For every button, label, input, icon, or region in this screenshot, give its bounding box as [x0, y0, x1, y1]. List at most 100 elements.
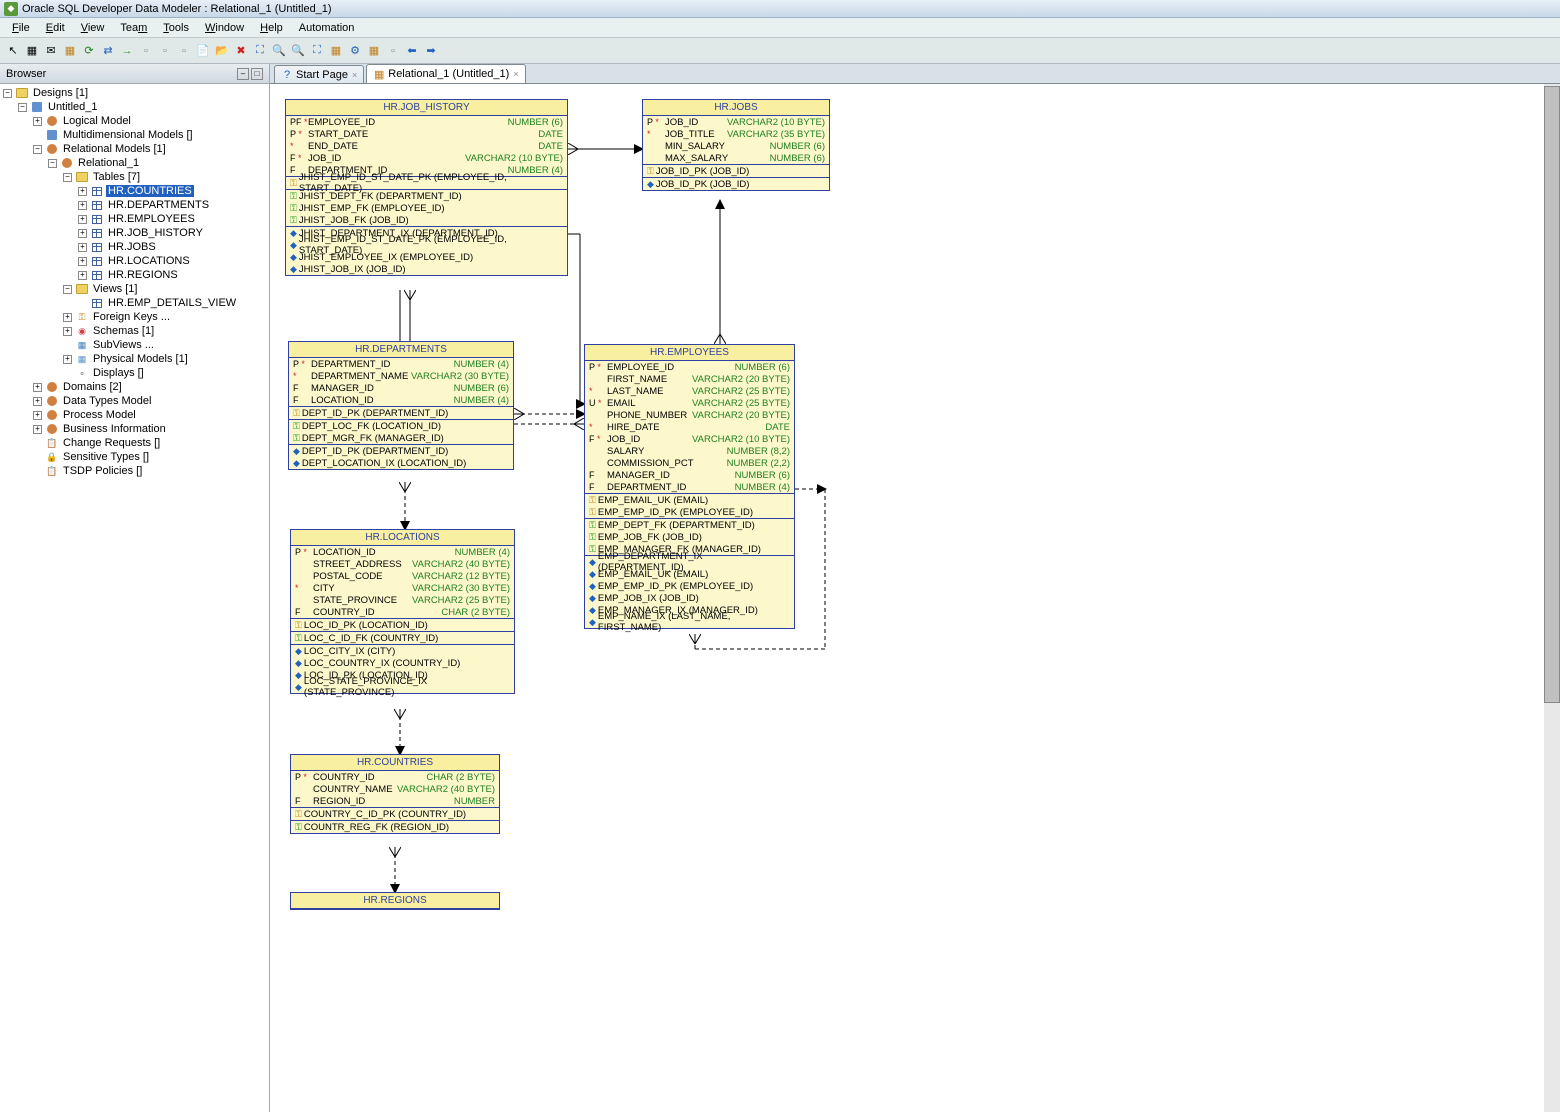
tree-jobhist[interactable]: HR.JOB_HISTORY	[106, 227, 205, 239]
tree-toggle[interactable]: −	[18, 103, 27, 112]
tree-toggle[interactable]: +	[63, 327, 72, 336]
tree-toggle[interactable]: −	[63, 285, 72, 294]
menu-team[interactable]: Team	[112, 20, 155, 36]
tree-toggle[interactable]: +	[78, 271, 87, 280]
back-icon[interactable]: ⬅	[403, 42, 421, 60]
tree-schemas[interactable]: Schemas [1]	[91, 325, 156, 337]
tree-multidim[interactable]: Multidimensional Models []	[61, 129, 195, 141]
column-row: PF *EMPLOYEE_IDNUMBER (6)	[286, 116, 567, 128]
tab-start-page[interactable]: ?Start Page×	[274, 65, 364, 83]
minimize-panel-icon[interactable]: –	[237, 68, 249, 80]
tree-relmodels[interactable]: Relational Models [1]	[61, 143, 168, 155]
tree-toggle[interactable]: +	[78, 215, 87, 224]
delete-icon[interactable]: ✖	[232, 42, 250, 60]
column-row: MAX_SALARYNUMBER (6)	[643, 152, 829, 164]
pointer-tool-icon[interactable]: ↖	[4, 42, 22, 60]
tree-toggle[interactable]: +	[33, 411, 42, 420]
entity-locations[interactable]: HR.LOCATIONS P *LOCATION_IDNUMBER (4) ST…	[290, 529, 515, 694]
close-icon[interactable]: ×	[513, 69, 518, 79]
tree-tsdp[interactable]: TSDP Policies []	[61, 465, 144, 477]
tree-changereq[interactable]: Change Requests []	[61, 437, 162, 449]
tree-toggle[interactable]: +	[33, 383, 42, 392]
tree-domains[interactable]: Domains [2]	[61, 381, 124, 393]
tree-views[interactable]: Views [1]	[91, 283, 139, 295]
tree-displays[interactable]: Displays []	[91, 367, 146, 379]
entity-employees[interactable]: HR.EMPLOYEES P *EMPLOYEE_IDNUMBER (6) FI…	[584, 344, 795, 629]
tool4-icon[interactable]: ▫	[384, 42, 402, 60]
tree-toggle[interactable]: +	[78, 243, 87, 252]
maximize-panel-icon[interactable]: □	[251, 68, 263, 80]
tree-toggle[interactable]: +	[33, 425, 42, 434]
menu-edit[interactable]: Edit	[38, 20, 73, 36]
zoom-full-icon[interactable]: ⛶	[251, 42, 269, 60]
tree-designs[interactable]: Designs [1]	[31, 87, 90, 99]
tree-subviews[interactable]: SubViews ...	[91, 339, 156, 351]
zoom-out-icon[interactable]: 🔍	[289, 42, 307, 60]
box-icon[interactable]: ▫	[156, 42, 174, 60]
entity-jobs[interactable]: HR.JOBS P *JOB_IDVARCHAR2 (10 BYTE) *JOB…	[642, 99, 830, 191]
tree-rel1[interactable]: Relational_1	[76, 157, 141, 169]
tree-process[interactable]: Process Model	[61, 409, 138, 421]
menu-tools[interactable]: Tools	[155, 20, 197, 36]
link-icon[interactable]: ✉	[42, 42, 60, 60]
tool2-icon[interactable]: ⚙	[346, 42, 364, 60]
tree-toggle[interactable]: −	[33, 145, 42, 154]
tree-toggle[interactable]: +	[63, 355, 72, 364]
toggle-icon[interactable]: ▦	[61, 42, 79, 60]
new-icon[interactable]: 📄	[194, 42, 212, 60]
tree-toggle[interactable]: −	[48, 159, 57, 168]
browser-tree[interactable]: −Designs [1] −Untitled_1 +Logical Model …	[0, 84, 269, 1112]
copy-icon[interactable]: ▫	[175, 42, 193, 60]
tree-toggle[interactable]: +	[63, 313, 72, 322]
tree-empdet[interactable]: HR.EMP_DETAILS_VIEW	[106, 297, 238, 309]
menu-view[interactable]: View	[73, 20, 113, 36]
tree-senstypes[interactable]: Sensitive Types []	[61, 451, 151, 463]
entity-regions[interactable]: HR.REGIONS	[290, 892, 500, 910]
close-icon[interactable]: ×	[352, 70, 357, 80]
zoom-in-icon[interactable]: 🔍	[270, 42, 288, 60]
arrow-right-icon[interactable]: →	[118, 42, 136, 60]
refresh-icon[interactable]: ⟳	[80, 42, 98, 60]
tree-jobs[interactable]: HR.JOBS	[106, 241, 158, 253]
tool3-icon[interactable]: ▦	[365, 42, 383, 60]
tree-toggle[interactable]: +	[33, 117, 42, 126]
entity-departments[interactable]: HR.DEPARTMENTS P *DEPARTMENT_IDNUMBER (4…	[288, 341, 514, 470]
tree-toggle[interactable]: −	[63, 173, 72, 182]
entity-countries[interactable]: HR.COUNTRIES P *COUNTRY_IDCHAR (2 BYTE) …	[290, 754, 500, 834]
fit-icon[interactable]: ⛶	[308, 42, 326, 60]
tree-business[interactable]: Business Information	[61, 423, 168, 435]
menu-window[interactable]: Window	[197, 20, 252, 36]
tree-employees[interactable]: HR.EMPLOYEES	[106, 213, 197, 225]
tree-fks[interactable]: Foreign Keys ...	[91, 311, 172, 323]
grid-icon[interactable]: ▦	[23, 42, 41, 60]
tree-toggle[interactable]: +	[78, 201, 87, 210]
menu-help[interactable]: Help	[252, 20, 291, 36]
scrollbar-thumb[interactable]	[1544, 86, 1560, 703]
tree-countries[interactable]: HR.COUNTRIES	[106, 185, 194, 197]
tree-untitled[interactable]: Untitled_1	[46, 101, 100, 113]
entity-job-history[interactable]: HR.JOB_HISTORY PF *EMPLOYEE_IDNUMBER (6)…	[285, 99, 568, 276]
tree-tables[interactable]: Tables [7]	[91, 171, 142, 183]
tree-toggle[interactable]: +	[33, 397, 42, 406]
tree-toggle[interactable]: +	[78, 229, 87, 238]
tool1-icon[interactable]: ▦	[327, 42, 345, 60]
diagram-canvas[interactable]: HR.JOB_HISTORY PF *EMPLOYEE_IDNUMBER (6)…	[270, 84, 1560, 1112]
tab-relational[interactable]: ▦Relational_1 (Untitled_1)×	[366, 64, 525, 83]
menu-automation[interactable]: Automation	[291, 20, 363, 36]
tree-datatypes[interactable]: Data Types Model	[61, 395, 153, 407]
tree-toggle[interactable]: +	[78, 187, 87, 196]
tree-toggle[interactable]: +	[78, 257, 87, 266]
vertical-scrollbar[interactable]	[1544, 84, 1560, 1112]
tree-toggle[interactable]: −	[3, 89, 12, 98]
tree-physical[interactable]: Physical Models [1]	[91, 353, 190, 365]
tree-departments[interactable]: HR.DEPARTMENTS	[106, 199, 211, 211]
sync-icon[interactable]: ⇄	[99, 42, 117, 60]
forward-icon[interactable]: ➡	[422, 42, 440, 60]
open-icon[interactable]: 📂	[213, 42, 231, 60]
tree-logical[interactable]: Logical Model	[61, 115, 133, 127]
tree-locations[interactable]: HR.LOCATIONS	[106, 255, 192, 267]
tree-regions[interactable]: HR.REGIONS	[106, 269, 180, 281]
arrow2-icon[interactable]: ▫	[137, 42, 155, 60]
menu-file[interactable]: File	[4, 20, 38, 36]
index-row: ◆EMP_NAME_IX (LAST_NAME, FIRST_NAME)	[585, 616, 794, 628]
